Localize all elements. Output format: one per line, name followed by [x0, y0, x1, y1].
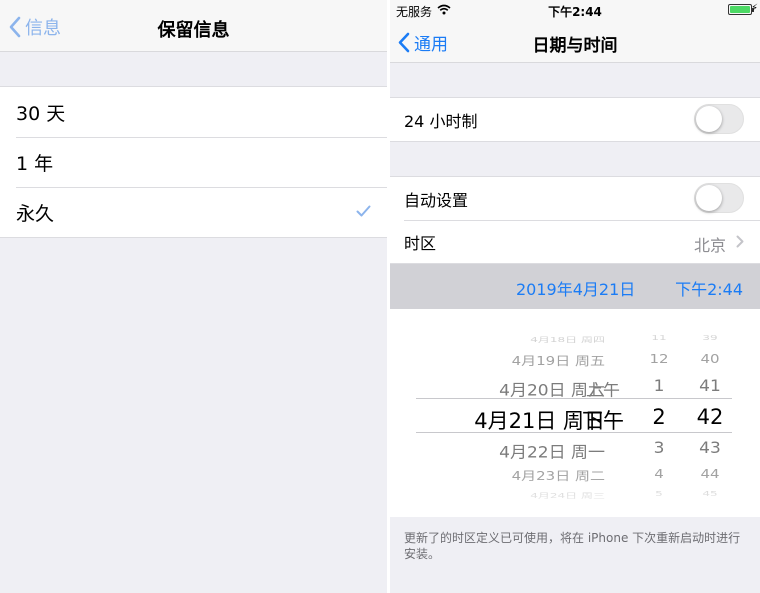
status-time: 下午2:44 [548, 5, 602, 19]
picker-hour-item: 3 [653, 438, 665, 457]
charging-bolt-icon: ⚡ [750, 3, 758, 14]
picker-date-item: 4月24日 周三 [530, 491, 605, 500]
date-time-picker[interactable]: 4月18日 周四 4月19日 周五 4月20日 周六 4月21日 周日 4月22日 周一… [390, 309, 760, 517]
row-label: 自动设置 [404, 190, 469, 210]
option-30-days[interactable]: 30 天 [0, 87, 387, 137]
timezone-update-note: 更新了的时区定义已可使用，将在 iPhone 下次重新启动时进行安装。 [404, 531, 741, 561]
picker-hour-item: 11 [651, 334, 667, 342]
option-label: 永久 [16, 202, 55, 225]
selected-date-bar: 2019年4月21日 下午2:44 [390, 264, 760, 309]
row-timezone[interactable]: 时区 北京 [390, 220, 760, 263]
option-label: 1 年 [16, 152, 54, 175]
row-24-hour: 24 小时制 [390, 98, 760, 141]
picker-minute-item: 41 [699, 376, 721, 395]
picker-ampm-item: 上午 [586, 380, 620, 400]
page-title: 日期与时间 [532, 36, 618, 56]
navigation-bar: 信息 保留信息 [0, 0, 387, 52]
picker-date-item: 4月19日 周五 [511, 353, 605, 368]
picker-hour-item: 5 [655, 490, 663, 498]
picker-date-item: 4月18日 周四 [530, 335, 605, 344]
checkmark-icon [356, 205, 371, 217]
chevron-right-icon [736, 235, 744, 248]
battery-level [730, 6, 750, 13]
option-forever[interactable]: 永久 [0, 187, 387, 237]
row-label: 时区 [404, 233, 437, 253]
picker-minute-item: 42 [696, 404, 724, 429]
time-settings-group: 自动设置 时区 北京 [390, 176, 760, 264]
navigation-bar: 通用 日期与时间 [390, 20, 760, 63]
row-label: 24 小时制 [404, 111, 478, 131]
auto-set-toggle[interactable] [694, 183, 744, 213]
battery-icon [728, 4, 754, 15]
picker-date-item: 4月22日 周一 [499, 442, 605, 462]
timezone-value: 北京 [693, 236, 726, 255]
date-time-screen: 无服务 下午2:44 ⚡ 通用 日期与时间 24 小时制 自动设置 时区 北京 … [390, 0, 760, 593]
option-label: 30 天 [16, 102, 66, 125]
option-1-year[interactable]: 1 年 [0, 137, 387, 187]
24-hour-toggle[interactable] [694, 104, 744, 134]
selected-date[interactable]: 2019年4月21日 [516, 276, 635, 300]
toggle-knob [696, 106, 722, 132]
picker-minute-item: 44 [700, 466, 720, 481]
selected-time[interactable]: 下午2:44 [675, 276, 743, 300]
picker-minute-item: 45 [702, 490, 718, 498]
toggle-knob [696, 185, 722, 211]
picker-hour-item: 2 [652, 404, 666, 429]
retention-options-list: 30 天 1 年 永久 [0, 86, 387, 238]
page-title: 保留信息 [157, 20, 230, 41]
status-bar: 无服务 下午2:44 ⚡ [390, 0, 760, 20]
picker-date-item: 4月23日 周二 [511, 468, 605, 483]
message-retention-screen: 信息 保留信息 30 天 1 年 永久 [0, 0, 387, 593]
picker-minute-item: 43 [699, 438, 721, 457]
row-auto-set: 自动设置 [390, 177, 760, 220]
picker-minute-item: 40 [700, 351, 720, 366]
clock-format-group: 24 小时制 [390, 97, 760, 142]
picker-ampm-item: 下午 [582, 408, 624, 433]
picker-hour-item: 1 [653, 376, 665, 395]
picker-minute-item: 39 [702, 334, 718, 342]
picker-hour-item: 12 [649, 351, 669, 366]
picker-hour-item: 4 [654, 466, 664, 481]
